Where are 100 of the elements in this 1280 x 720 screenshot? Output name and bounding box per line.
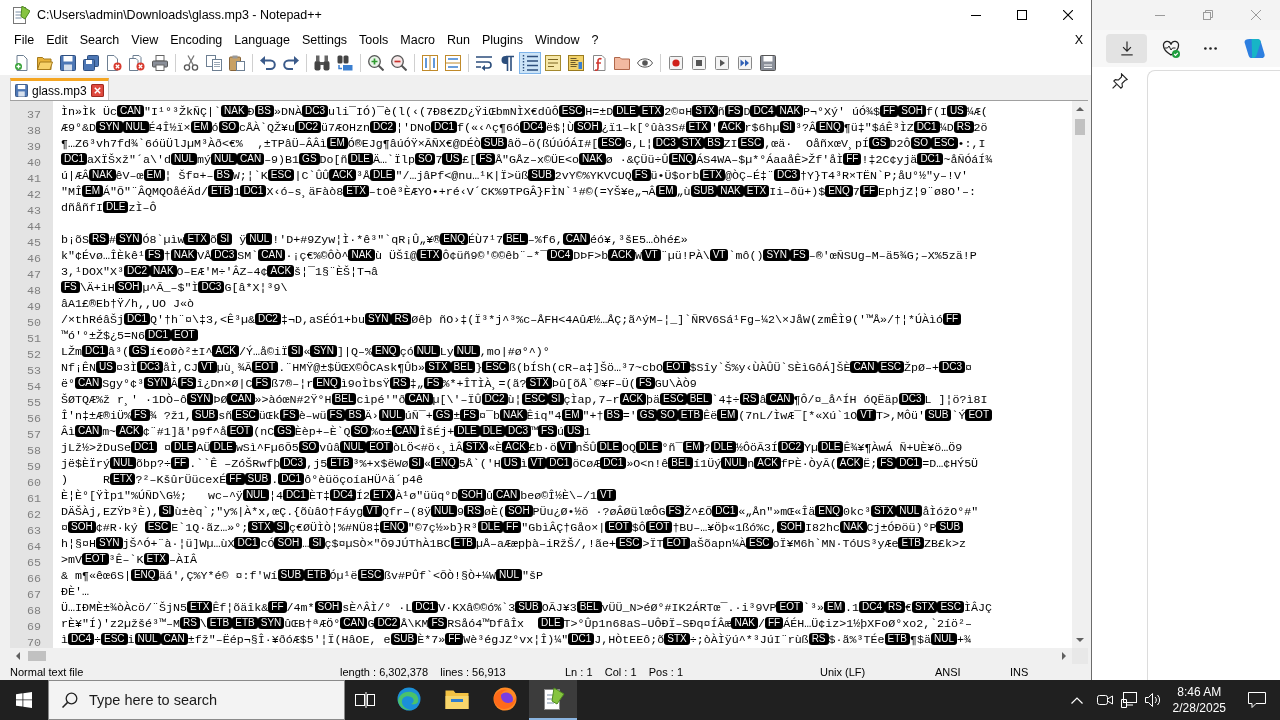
search-icon [62,692,78,708]
line-number: 67 [27,588,41,602]
sync-horizontal-icon[interactable] [445,54,461,71]
minimize-icon[interactable] [971,14,981,16]
maximize-icon[interactable] [1017,10,1027,20]
paste-icon[interactable] [229,54,245,71]
menu-item[interactable]: Search [73,32,126,48]
record-icon[interactable] [668,54,684,71]
stop-icon[interactable] [691,54,707,71]
line-number: 45 [27,236,41,250]
status-field: Ln : 1 Col : 1 Pos : 1 [565,665,683,679]
close-all-icon[interactable] [129,54,145,71]
menu-item[interactable]: Edit [40,32,74,48]
task-view-icon[interactable] [355,692,375,708]
scrollbar-thumb[interactable] [28,651,46,661]
left-arrow-icon[interactable] [16,652,20,660]
clock-time[interactable]: 8:46 AM [1177,684,1222,700]
code-line: LŽm DC1 â³( GS í€oØò²±I^ ACK /Ý…å©iÏ SI « SYN ]|Q–% ENQ çó NUL Ly NUL ,mo|#ø°^)° [61,344,550,360]
code-line: h¦§¤H SYN jŠ^Ó+¨à·¦ü]Wµ…ùX DC1 cÓ SOH … SI ç$¤µSÒ×"Õ9JÚThÀ1BC ETB µÅ–aÆæpþà–iRžŠ/,!ãe+ ESC >ÏT EOT aŠõapn¼À ESC oÏ¥M6h`MN·TóUS³yÆe ETB ZB£k>z [61,536,966,552]
video-call-icon[interactable] [1096,692,1113,708]
menu-item[interactable]: Encoding [164,32,229,48]
code-line: ì DC4 ÷ ESC i NUL CAN ±fž"–Ëép¬§Î·¥ðóÆ$5'¦Ï(HâOE, e SUB È*7» FF Wè³égJZ°vx¦Î)¼" DC1 J,HÒtEEô;õ STX ÷;òÀÌÿú^*³JúI¨rùß RS $·ã%³TÉe ETB ¶$ä NUL +¾ [61,632,971,648]
folder-icon[interactable] [614,54,630,71]
down-arrow-icon[interactable] [1076,638,1084,642]
more-icon[interactable] [1204,47,1217,50]
indent-guide-button[interactable] [519,51,541,74]
swirl-browser-icon [397,687,421,711]
restore-icon[interactable] [1203,10,1213,20]
code-line: È¦È°[ŸÌp1"%ÚÑD\G½; wc–^ÿ NUL ¦4 DC1 ÈT‡ DC4 Í2 ETX À¹ø"üüq°D SOH û CAN beø©Î½È\–/1 VT [61,488,616,504]
menu-item[interactable]: Run [441,32,476,48]
volume-icon[interactable] [1144,692,1161,708]
save-icon[interactable] [60,54,76,71]
menu-item[interactable]: Language [228,32,296,48]
new-file-icon[interactable] [14,54,30,71]
sync-vertical-icon[interactable] [422,54,438,71]
zoom-in-icon[interactable] [368,54,384,71]
code-line: Nf¡ÊN US ¤3Ì DC3 åÌ,CJ VT µù¸¾Ã EOT .¨HMŸ@±$ÜŒX©ÔCAsk¶Ûb» STX BEL } ESC ß(bÍSh(cR–a‡]Šö…³7~cbO EOT $Sîy`Š%y‹ÙÀÛÜ`SÈìGôÁ]ŠÈ CAN ESC ŽpØ–+ DC3 ¤ [61,360,973,376]
chevron-up-icon[interactable] [1070,696,1083,704]
close-file-icon[interactable] [106,54,122,71]
floppy-list-icon[interactable] [760,54,776,71]
menu-item[interactable]: File [8,32,41,48]
line-number: 41 [27,172,41,186]
code-line: Î'n‡±Æ®iÜ% FS ¾ ?ž1, SUB sñ ESC üŒk FS è–wü FS BS Ä› NUL úÑ¯+ GS ± FS ¤¯b NAK Êiq"4 EM "+† BS =' GS SO ETB Êë EM (7nL/ÌwÆ¯[*«Xú`1O VT T>,MÔü' SUB `Ý EOT [61,408,992,424]
line-number: 39 [27,140,41,154]
zoom-out-icon[interactable] [391,54,407,71]
word-wrap-icon [476,54,492,71]
download-icon [1119,41,1134,56]
fast-forward-icon[interactable] [737,54,753,71]
open-folder-icon[interactable] [37,54,53,71]
close-icon[interactable] [90,84,104,97]
network-icon[interactable] [1120,692,1137,708]
notepad-icon [541,687,565,711]
menu-item[interactable]: Tools [353,32,395,48]
close-icon[interactable] [1063,10,1073,20]
play-icon[interactable] [714,54,730,71]
menu-item[interactable]: Window [528,32,586,48]
menu-item[interactable]: Plugins [475,32,529,48]
undo-icon[interactable] [260,54,276,71]
document-map-icon[interactable] [568,54,584,71]
line-number: 40 [27,156,41,170]
file-tab[interactable]: glass.mp3 [10,78,109,100]
fox-browser-icon [493,687,517,711]
search-field[interactable]: Type here to search [48,680,345,720]
replace-icon[interactable] [337,54,353,71]
right-arrow-icon[interactable] [1062,652,1066,660]
menu-item[interactable]: Settings [295,32,354,48]
menu-item[interactable]: View [125,32,165,48]
code-line: 3,¹DOX"X³ DC2 NAK O–EÆ'M÷'ÂZ–4¢ ACK š¦¯1§¨ÈŠ¦T¬â [61,264,378,280]
vertical-scrollbar[interactable] [1072,101,1088,648]
line-number: 54 [27,380,41,394]
download-button[interactable] [1106,34,1147,63]
code-line: DC1 aXÏŠxž"´a\'d NUL mý NUL CAN –9)B1 GS Do[ñ DLE Ä…`Ïlp SO 7 US £[ FS Å"GÅz–x©ÜE<o NAK ø ·&ÇÜü÷Û ENQ ÁS4WA–$µ*°ÁaaåÊ>Žf'åÌ FF !‡2C¢yjä DC1 ~åÑÓáÍ¾ [61,152,993,168]
copy-icon[interactable] [206,54,222,71]
notification-icon[interactable] [1248,692,1266,708]
windows-logo-icon[interactable] [16,692,32,708]
line-number: 57 [27,428,41,442]
print-icon[interactable] [152,54,168,71]
clock-date[interactable]: 2/28/2025 [1172,700,1226,716]
redo-icon[interactable] [283,54,299,71]
status-field: Normal text file [10,665,84,679]
line-number: 61 [27,492,41,506]
pin-icon[interactable] [1112,73,1128,89]
find-icon[interactable] [314,54,330,71]
function-list-icon[interactable] [591,54,607,71]
close-document-button[interactable]: X [1072,32,1085,48]
scrollbar-thumb[interactable] [1075,119,1085,135]
text-page-icon[interactable] [545,54,561,71]
code-line: Âì CAN m~ ACK ¢¨#1]ã'p9f^å EOT (nC GS Èèp+–È`Q SO %o± CAN ÎšÉj+ DLE DLE DC3 ™ FS ú US 1 [61,424,591,440]
code-line: >mV EOT ³Ê–`K ETX –ÀIÂ [61,552,197,568]
save-all-icon[interactable] [83,54,99,71]
line-number: 52 [27,348,41,362]
code-line: jë$ÈÏrý NUL õbp?÷ FF .``Ê –ZóŠRwfþ DC3 ,j5 ETB ³%+x$ëWø SI « ENQ 5Å`('H US ì VT DC1 öCøÆ DC1 »O<n!ê BEL í1Üý NUL n ACK fPÈ·ÒyÃ( ACK Ë; FS DC1 =D…¢HÝ5Ü [61,456,979,472]
cut-icon[interactable] [183,54,199,71]
app-logo-icon[interactable] [1244,38,1265,59]
taskbar-button[interactable] [529,680,577,720]
up-arrow-icon[interactable] [1076,107,1084,111]
status-field: ANSI [935,665,961,679]
menu-item[interactable]: ? [585,32,605,48]
menu-item[interactable]: Macro [394,32,442,48]
heart-check-icon[interactable] [1162,39,1180,58]
